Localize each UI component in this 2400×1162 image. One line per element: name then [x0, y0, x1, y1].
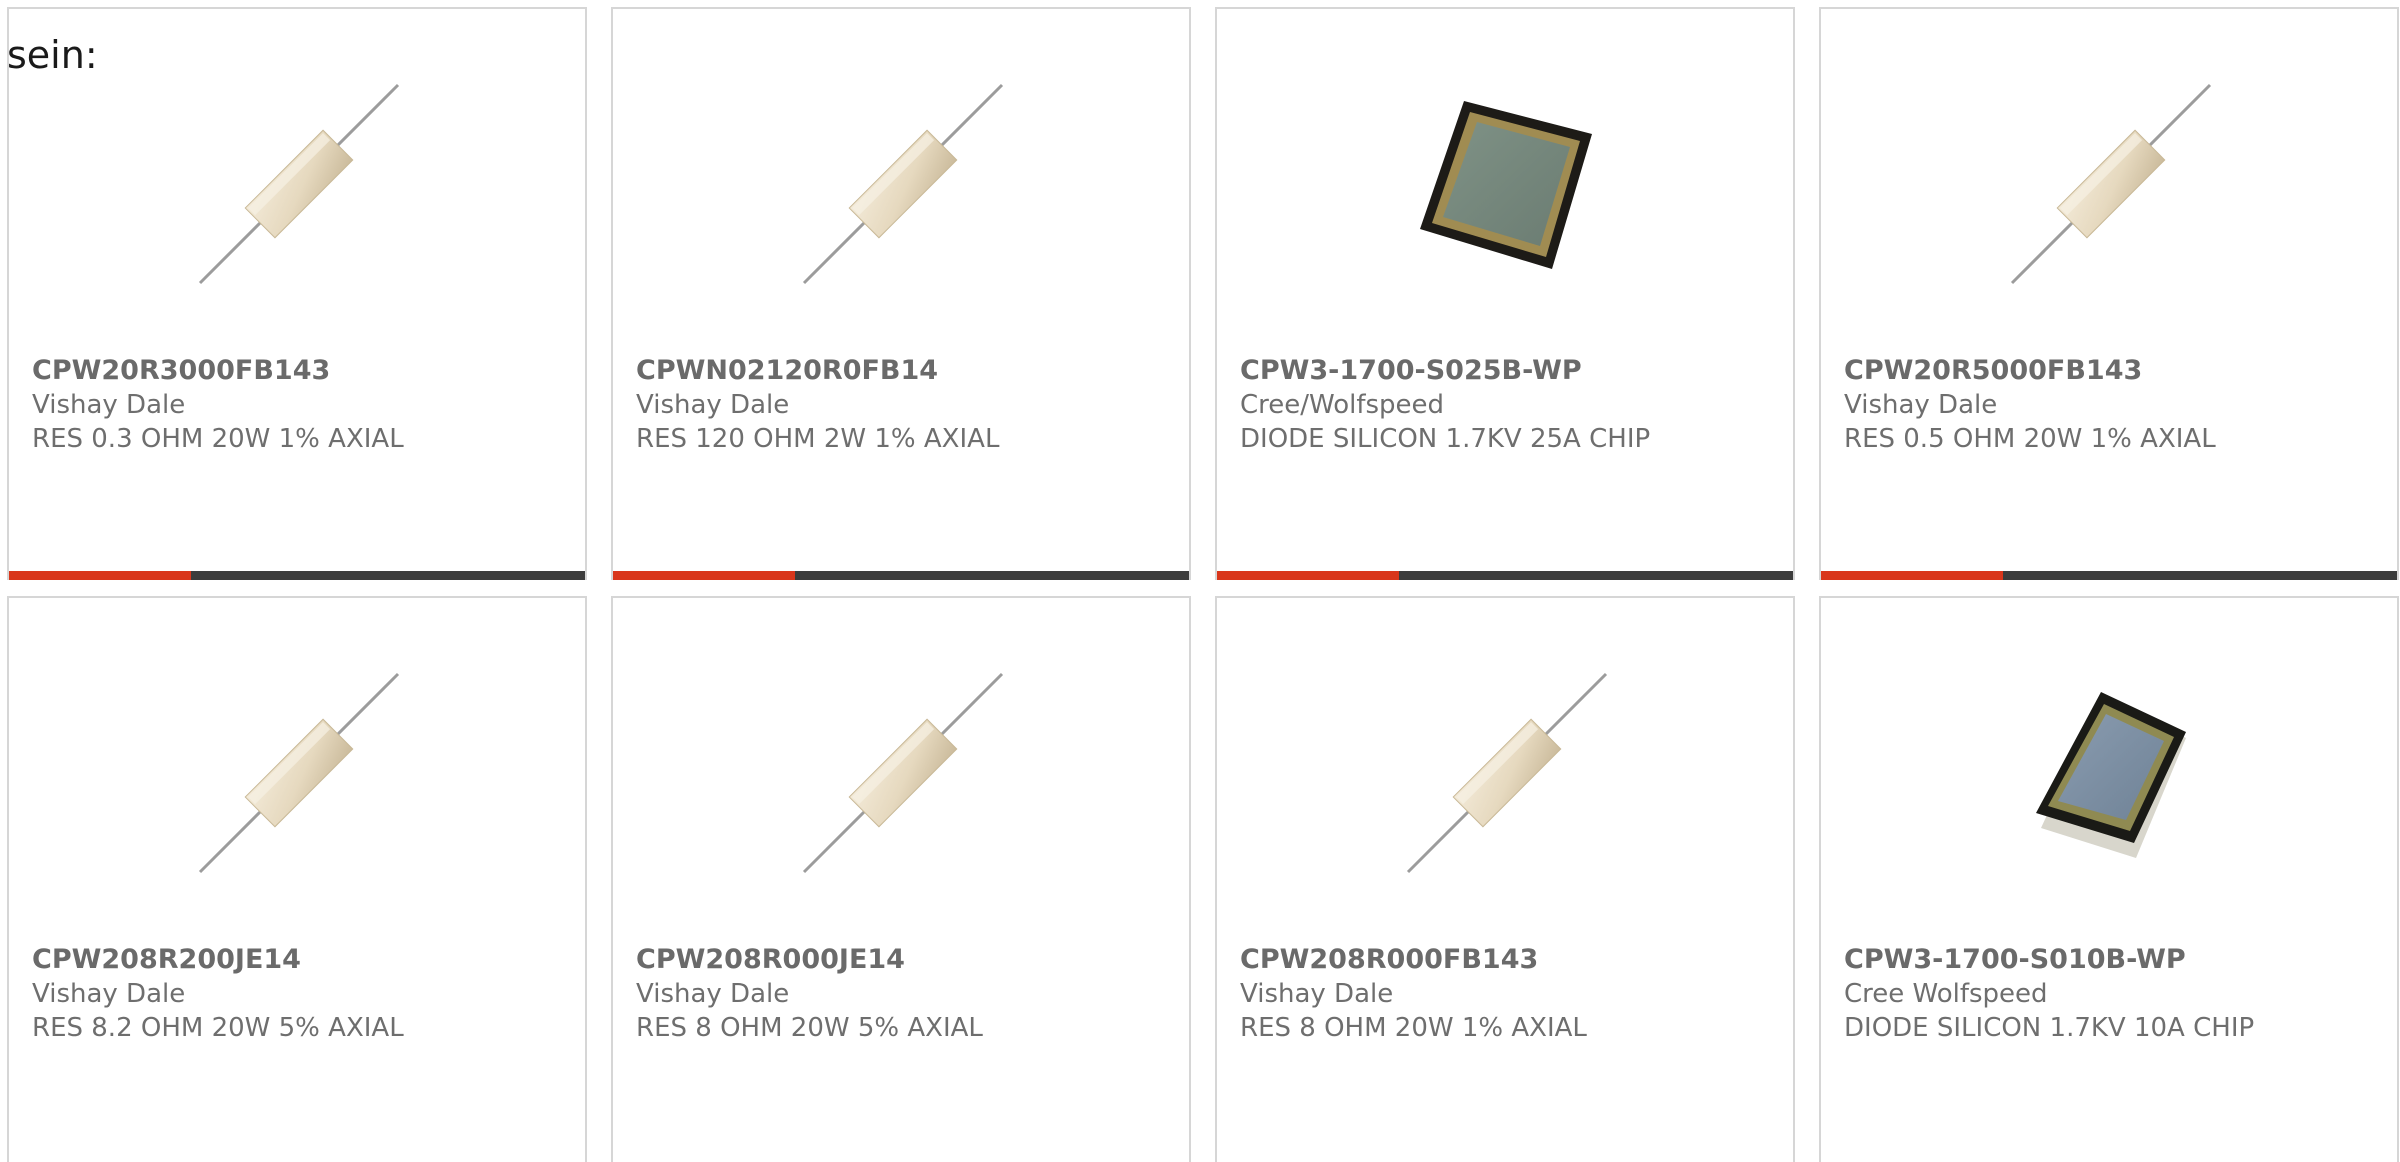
card-accent [1821, 571, 2003, 580]
product-info: CPW20R5000FB143 Vishay Dale RES 0.5 OHM … [1844, 354, 2377, 456]
part-number-link[interactable]: CPW208R000FB143 [1240, 943, 1773, 977]
product-card[interactable]: CPW20R5000FB143 Vishay Dale RES 0.5 OHM … [1819, 7, 2399, 580]
product-card[interactable]: CPW20R3000FB143 Vishay Dale RES 0.3 OHM … [7, 7, 587, 580]
manufacturer: Cree/Wolfspeed [1240, 390, 1445, 420]
product-info: CPWN02120R0FB14 Vishay Dale RES 120 OHM … [636, 354, 1169, 456]
product-info: CPW3-1700-S025B-WP Cree/Wolfspeed DIODE … [1240, 354, 1773, 456]
intro-text: sein: [7, 33, 98, 77]
part-number-link[interactable]: CPW208R000JE14 [636, 943, 1169, 977]
part-number-link[interactable]: CPW3-1700-S010B-WP [1844, 943, 2377, 977]
card-accent [1217, 571, 1399, 580]
part-number-link[interactable]: CPW20R5000FB143 [1844, 354, 2377, 388]
axial-resistor-image[interactable] [2006, 79, 2216, 289]
card-footer-bar [9, 571, 585, 580]
part-number-link[interactable]: CPW208R200JE14 [32, 943, 565, 977]
part-number-link[interactable]: CPW20R3000FB143 [32, 354, 565, 388]
product-card[interactable]: CPW3-1700-S025B-WP Cree/Wolfspeed DIODE … [1215, 7, 1795, 580]
description: RES 120 OHM 2W 1% AXIAL [636, 424, 1000, 454]
manufacturer: Cree Wolfspeed [1844, 979, 2048, 1009]
product-card[interactable]: CPW208R200JE14 Vishay Dale RES 8.2 OHM 2… [7, 596, 587, 1162]
axial-resistor-image[interactable] [194, 79, 404, 289]
diode-chip-image[interactable] [2006, 668, 2216, 878]
product-card[interactable]: CPW3-1700-S010B-WP Cree Wolfspeed DIODE … [1819, 596, 2399, 1162]
product-grid: CPW20R3000FB143 Vishay Dale RES 0.3 OHM … [7, 7, 2399, 1162]
product-info: CPW20R3000FB143 Vishay Dale RES 0.3 OHM … [32, 354, 565, 456]
manufacturer: Vishay Dale [32, 390, 186, 420]
diode-chip-image[interactable] [1402, 79, 1612, 289]
product-info: CPW208R000JE14 Vishay Dale RES 8 OHM 20W… [636, 943, 1169, 1045]
product-info: CPW3-1700-S010B-WP Cree Wolfspeed DIODE … [1844, 943, 2377, 1045]
card-footer-bar [1217, 571, 1793, 580]
manufacturer: Vishay Dale [636, 979, 790, 1009]
product-card[interactable]: CPWN02120R0FB14 Vishay Dale RES 120 OHM … [611, 7, 1191, 580]
product-info: CPW208R200JE14 Vishay Dale RES 8.2 OHM 2… [32, 943, 565, 1045]
axial-resistor-image[interactable] [194, 668, 404, 878]
card-accent [613, 571, 795, 580]
manufacturer: Vishay Dale [1844, 390, 1998, 420]
description: DIODE SILICON 1.7KV 10A CHIP [1844, 1013, 2255, 1043]
product-grid-page: sein: CPW20R3000FB143 Vishay Dale RES 0.… [0, 0, 2400, 1162]
description: RES 8 OHM 20W 1% AXIAL [1240, 1013, 1587, 1043]
product-card[interactable]: CPW208R000FB143 Vishay Dale RES 8 OHM 20… [1215, 596, 1795, 1162]
card-accent [9, 571, 191, 580]
manufacturer: Vishay Dale [636, 390, 790, 420]
manufacturer: Vishay Dale [1240, 979, 1394, 1009]
manufacturer: Vishay Dale [32, 979, 186, 1009]
axial-resistor-image[interactable] [798, 668, 1008, 878]
axial-resistor-image[interactable] [1402, 668, 1612, 878]
description: DIODE SILICON 1.7KV 25A CHIP [1240, 424, 1651, 454]
product-info: CPW208R000FB143 Vishay Dale RES 8 OHM 20… [1240, 943, 1773, 1045]
axial-resistor-image[interactable] [798, 79, 1008, 289]
description: RES 8.2 OHM 20W 5% AXIAL [32, 1013, 404, 1043]
description: RES 0.3 OHM 20W 1% AXIAL [32, 424, 404, 454]
description: RES 8 OHM 20W 5% AXIAL [636, 1013, 983, 1043]
card-footer-bar [613, 571, 1189, 580]
product-card[interactable]: CPW208R000JE14 Vishay Dale RES 8 OHM 20W… [611, 596, 1191, 1162]
description: RES 0.5 OHM 20W 1% AXIAL [1844, 424, 2216, 454]
card-footer-bar [1821, 571, 2397, 580]
part-number-link[interactable]: CPW3-1700-S025B-WP [1240, 354, 1773, 388]
part-number-link[interactable]: CPWN02120R0FB14 [636, 354, 1169, 388]
